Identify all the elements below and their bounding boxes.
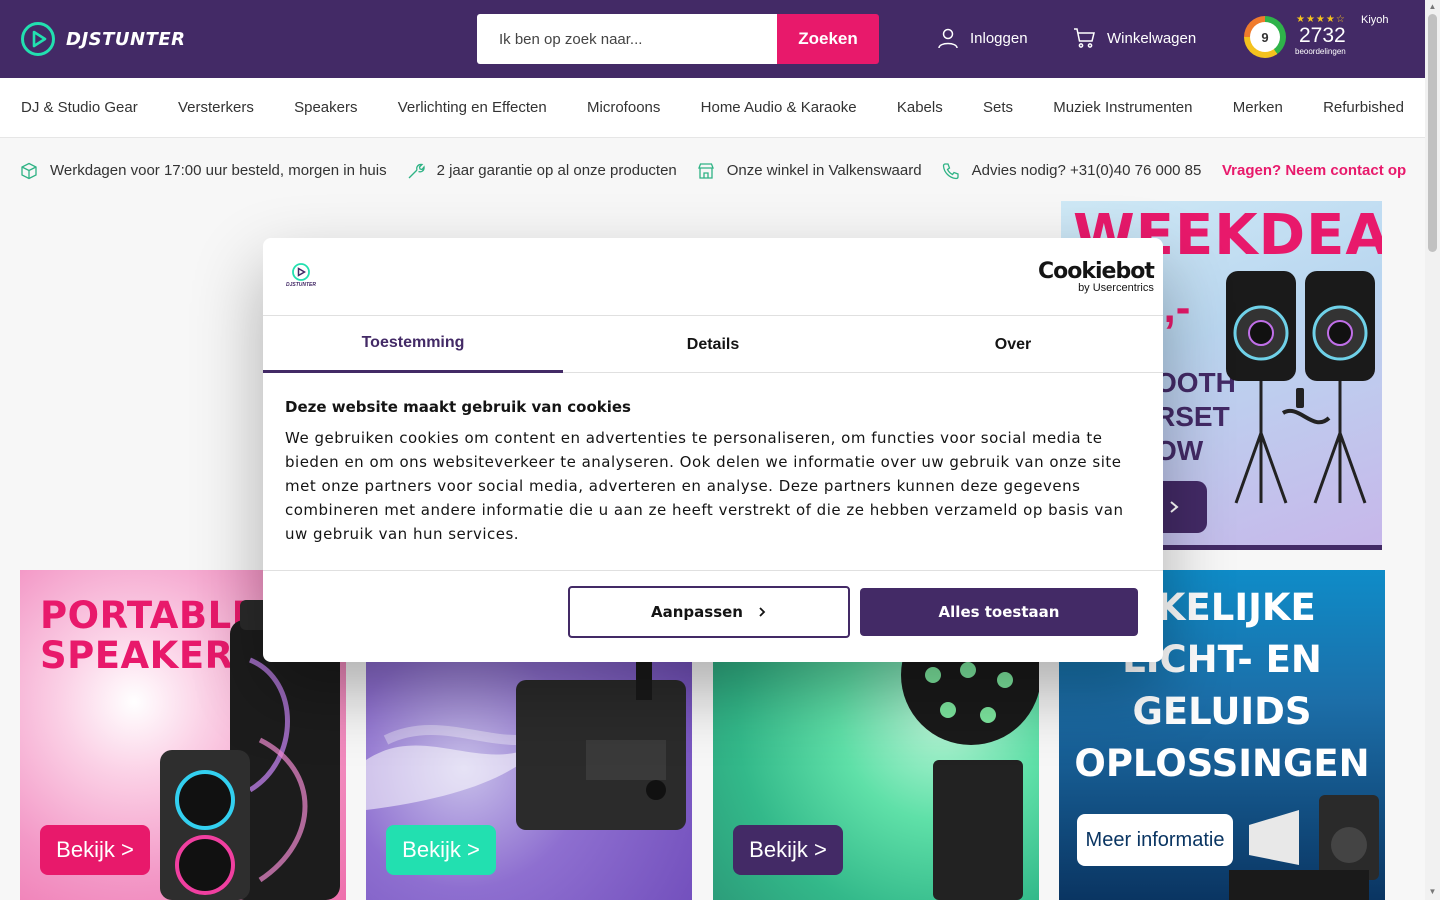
usp-delivery-text: Werkdagen voor 17:00 uur besteld, morgen… — [50, 162, 387, 179]
kiyoh-name: Kiyoh — [1361, 14, 1389, 26]
usp-bar: Werkdagen voor 17:00 uur besteld, morgen… — [0, 138, 1425, 203]
pa-equipment-image — [1229, 795, 1379, 900]
meer-informatie-button[interactable]: Meer informatie — [1077, 814, 1233, 866]
cookie-dialog-title: Deze website maakt gebruik van cookies — [285, 398, 631, 416]
nav-item-dj-studio-gear[interactable]: DJ & Studio Gear — [21, 99, 138, 116]
cookie-dialog-text: We gebruiken cookies om content en adver… — [285, 429, 1124, 543]
usp-warranty: 2 jaar garantie op al onze producten — [407, 162, 677, 180]
usp-advice-text: Advies nodig? +31(0)40 76 000 85 — [971, 162, 1202, 179]
tab-details[interactable]: Details — [563, 316, 863, 373]
logo-text: DJSTUNTER — [66, 28, 186, 50]
nav-item-versterkers[interactable]: Versterkers — [178, 99, 254, 116]
nav-item-verlichting[interactable]: Verlichting en Effecten — [398, 99, 547, 116]
scroll-down-icon[interactable]: ▼ — [1428, 887, 1437, 896]
nav-item-kabels[interactable]: Kabels — [897, 99, 943, 116]
scroll-thumb[interactable] — [1428, 14, 1437, 252]
play-logo-icon — [21, 22, 55, 56]
nav-item-home-audio[interactable]: Home Audio & Karaoke — [701, 99, 857, 116]
search-input[interactable] — [477, 14, 777, 64]
weekdeal-line-2: RSET — [1155, 401, 1230, 432]
usp-delivery: Werkdagen voor 17:00 uur besteld, morgen… — [20, 162, 387, 180]
tab-toestemming[interactable]: Toestemming — [263, 316, 563, 373]
login-link[interactable]: Inloggen — [936, 26, 1028, 50]
chevron-right-icon — [1170, 501, 1179, 513]
wrench-icon — [408, 163, 425, 178]
store-icon — [697, 162, 714, 179]
cookie-dialog-header: DJSTUNTER Cookiebot by Usercentrics — [263, 238, 1163, 316]
smoke-machine-bekijk-button[interactable]: Bekijk > — [386, 825, 496, 875]
usp-store-text: Onze winkel in Valkenswaard — [726, 162, 922, 179]
usp-advice: Advies nodig? +31(0)40 76 000 85 — [942, 162, 1202, 180]
light-effects-bekijk-button[interactable]: Bekijk > — [733, 825, 843, 875]
nav-item-sets[interactable]: Sets — [983, 99, 1013, 116]
cart-label: Winkelwagen — [1107, 29, 1197, 47]
nav-item-microfoons[interactable]: Microfoons — [587, 99, 660, 116]
search-bar: Zoeken — [477, 14, 879, 64]
contact-link[interactable]: Vragen? Neem contact op — [1222, 162, 1406, 179]
user-icon — [938, 28, 958, 49]
cart-icon — [1074, 28, 1095, 48]
nav-item-merken[interactable]: Merken — [1233, 99, 1283, 116]
play-logo-icon — [292, 263, 310, 281]
kiyoh-rating-widget[interactable]: 9 ★★★★☆ Kiyoh 2732 beoordelingen — [1244, 14, 1404, 62]
cookie-dialog-tabs: Toestemming Details Over — [263, 316, 1163, 373]
login-label: Inloggen — [970, 29, 1028, 47]
main-navigation: DJ & Studio Gear Versterkers Speakers Ve… — [0, 78, 1425, 138]
search-button[interactable]: Zoeken — [777, 14, 879, 64]
nav-item-speakers[interactable]: Speakers — [294, 99, 357, 116]
scroll-up-icon[interactable]: ▲ — [1428, 2, 1437, 11]
portable-speakers-bekijk-button[interactable]: Bekijk > — [40, 825, 150, 875]
kiyoh-score-badge: 9 — [1244, 16, 1286, 58]
kiyoh-review-count: 2732 — [1299, 24, 1346, 47]
cookie-logo-caption: DJSTUNTER — [285, 282, 316, 288]
cookiebot-logo[interactable]: Cookiebot by Usercentrics — [1038, 259, 1155, 295]
cookie-dialog-body: Deze website maakt gebruik van cookies W… — [285, 398, 1135, 546]
nav-item-refurbished[interactable]: Refurbished — [1323, 99, 1404, 116]
chevron-right-icon — [759, 607, 766, 617]
phone-icon — [942, 162, 959, 179]
usp-warranty-text: 2 jaar garantie op al onze producten — [436, 162, 677, 179]
usp-store: Onze winkel in Valkenswaard — [697, 162, 922, 180]
site-logo[interactable]: DJSTUNTER — [20, 21, 186, 57]
cookie-consent-dialog: DJSTUNTER Cookiebot by Usercentrics Toes… — [263, 238, 1163, 662]
alles-toestaan-button[interactable]: Alles toestaan — [860, 588, 1138, 636]
kiyoh-review-label: beoordelingen — [1295, 47, 1346, 56]
cookiebot-logo-text: Cookiebot — [1038, 259, 1155, 284]
aanpassen-button-label: Aanpassen — [651, 603, 743, 621]
speaker-set-image — [1226, 271, 1375, 504]
cookie-dialog-divider — [263, 570, 1163, 571]
nav-item-muziek-instrumenten[interactable]: Muziek Instrumenten — [1053, 99, 1192, 116]
page-scrollbar[interactable]: ▲ ▼ — [1425, 0, 1440, 900]
box-icon — [21, 162, 37, 179]
site-header: DJSTUNTER Zoeken Inloggen Winkelwagen 9 … — [0, 0, 1425, 78]
tab-over[interactable]: Over — [863, 316, 1163, 373]
cart-link[interactable]: Winkelwagen — [1073, 26, 1196, 50]
djstunter-logo: DJSTUNTER — [285, 262, 317, 290]
aanpassen-button[interactable]: Aanpassen — [568, 586, 850, 638]
kiyoh-score: 9 — [1250, 22, 1280, 52]
